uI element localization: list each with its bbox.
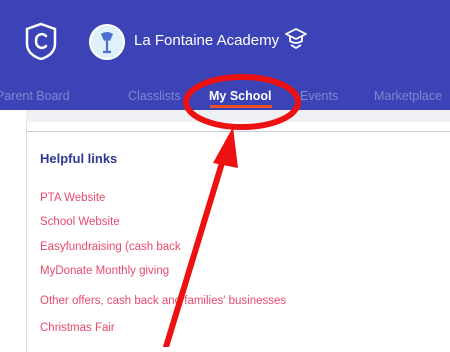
- tab-my-school[interactable]: My School: [209, 89, 272, 103]
- link-mydonate[interactable]: MyDonate Monthly giving: [40, 265, 169, 277]
- link-other-offers[interactable]: Other offers, cash back and families' bu…: [40, 295, 286, 307]
- link-pta-website[interactable]: PTA Website: [40, 192, 105, 204]
- card-divider: [26, 131, 450, 132]
- tab-parent-board[interactable]: Parent Board: [0, 89, 70, 103]
- link-school-website[interactable]: School Website: [40, 216, 120, 228]
- school-name[interactable]: La Fontaine Academy: [134, 32, 279, 49]
- school-crest-icon[interactable]: [89, 24, 125, 60]
- tab-classlists[interactable]: Classlists: [128, 89, 181, 103]
- card-title: Helpful links: [40, 151, 118, 166]
- content-top-strip: [26, 110, 450, 122]
- tab-marketplace[interactable]: Marketplace: [374, 89, 442, 103]
- link-easyfundraising[interactable]: Easyfundraising (cash back: [40, 241, 181, 253]
- app-logo-icon[interactable]: [24, 22, 58, 60]
- link-christmas-fair[interactable]: Christmas Fair: [40, 322, 115, 334]
- active-tab-indicator: [210, 105, 272, 108]
- graduation-cap-icon[interactable]: [284, 26, 308, 50]
- tab-events[interactable]: Events: [300, 89, 338, 103]
